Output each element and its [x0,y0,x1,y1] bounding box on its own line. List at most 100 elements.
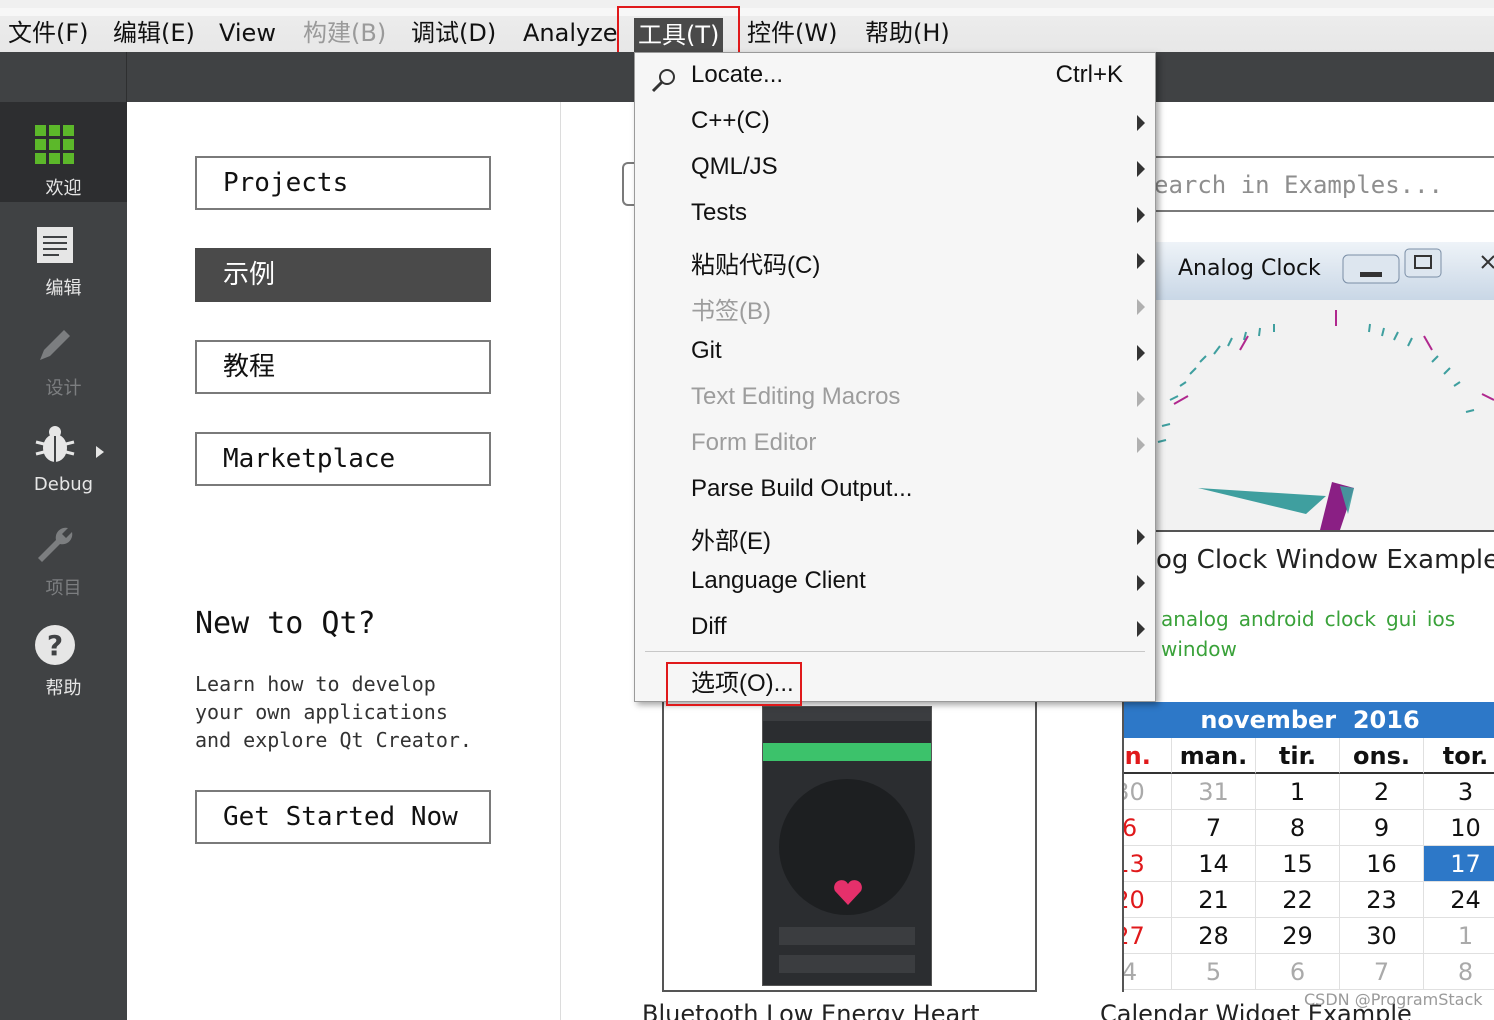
calendar-day: 28 [1172,918,1256,954]
menu-item-label: Diff [691,613,727,640]
mode-design[interactable]: 设计 [0,302,127,402]
calendar-day: 30 [1340,918,1424,954]
day-header: tir. [1256,738,1340,774]
calendar-day: 22 [1256,882,1340,918]
submenu-arrow-icon [1137,115,1145,131]
menu-view[interactable]: View [219,16,276,50]
menu-build[interactable]: 构建(B) [303,16,386,50]
menu-item-locate[interactable]: Locate... Ctrl+K [635,55,1155,101]
menu-item-qmljs[interactable]: QML/JS [635,147,1155,193]
calendar-day: 24 [1424,882,1494,918]
mode-label: 设计 [45,378,82,399]
clock-face [1157,310,1494,530]
menu-item-cpp[interactable]: C++(C) [635,101,1155,147]
menu-item-code-paster[interactable]: 粘贴代码(C) [635,239,1155,285]
day-header: on. [1124,738,1172,774]
submenu-arrow-icon [1137,529,1145,545]
calendar-day: 20 [1124,882,1172,918]
projects-button[interactable]: Projects [195,156,491,210]
calendar-grid: on. man. tir. ons. tor. 30 31 1 2 3 6 7 … [1124,738,1494,990]
mode-sidebar: 欢迎 编辑 设计 Debug 项目 ? 帮助 [0,102,127,1020]
get-started-button[interactable]: Get Started Now [195,790,491,844]
analog-clock-thumbnail[interactable]: Analog Clock [1156,242,1494,532]
calendar-day: 1 [1424,918,1494,954]
document-icon [37,227,73,263]
submenu-arrow-icon [1137,207,1145,223]
menu-item-form-editor[interactable]: Form Editor [635,423,1155,469]
welcome-divider [560,102,561,1020]
menu-help[interactable]: 帮助(H) [865,16,950,50]
menu-item-tests[interactable]: Tests [635,193,1155,239]
calendar-day: 3 [1424,774,1494,810]
clock-example-title[interactable]: og Clock Window Example [1156,545,1494,575]
calendar-example-thumbnail[interactable]: november 2016 on. man. tir. ons. tor. 30… [1122,702,1494,992]
minimize-icon [1342,254,1400,284]
calendar-day: 29 [1256,918,1340,954]
menu-widgets[interactable]: 控件(W) [747,16,837,50]
mode-label: 项目 [45,578,82,599]
calendar-day: 10 [1424,810,1494,846]
examples-button[interactable]: 示例 [195,248,491,302]
menu-item-label: 书签(B) [691,298,771,325]
tag[interactable]: android [1239,607,1315,631]
menu-item-label: Form Editor [691,429,817,456]
tag[interactable]: window [1161,637,1237,661]
menu-item-label: Git [691,337,722,364]
menu-item-diff[interactable]: Diff [635,607,1155,653]
ble-example-title[interactable]: Bluetooth Low Energy Heart [642,1000,979,1020]
calendar-header: november 2016 [1124,702,1494,738]
calendar-day: 7 [1172,810,1256,846]
menu-analyze[interactable]: Analyze [523,16,618,50]
menu-item-external[interactable]: 外部(E) [635,515,1155,561]
marketplace-button[interactable]: Marketplace [195,432,491,486]
submenu-arrow-icon [1137,575,1145,591]
mode-edit[interactable]: 编辑 [0,202,127,302]
bug-icon [35,426,75,462]
tutorials-button[interactable]: 教程 [195,340,491,394]
tag[interactable]: analog [1161,607,1229,631]
calendar-day: 31 [1172,774,1256,810]
calendar-day: 27 [1124,918,1172,954]
menu-file[interactable]: 文件(F) [8,16,89,50]
calendar-day: 6 [1124,810,1172,846]
menu-item-bookmarks[interactable]: 书签(B) [635,285,1155,331]
mode-projects[interactable]: 项目 [0,502,127,602]
calendar-day: 8 [1256,810,1340,846]
calendar-day: 13 [1124,846,1172,882]
menu-item-label: Tests [691,199,748,226]
calendar-day: 6 [1256,954,1340,990]
mode-label: 欢迎 [45,178,82,199]
mode-welcome[interactable]: 欢迎 [0,102,127,202]
menu-item-parse-build-output[interactable]: Parse Build Output... [635,469,1155,515]
calendar-day: 21 [1172,882,1256,918]
mode-label: 编辑 [45,278,82,299]
chevron-right-icon [96,446,104,458]
day-header: tor. [1424,738,1494,774]
tools-dropdown-menu: Locate... Ctrl+K C++(C) QML/JS Tests 粘贴代… [634,52,1156,702]
menu-debug[interactable]: 调试(D) [411,16,496,50]
submenu-arrow-icon [1137,299,1145,315]
menu-item-shortcut: Ctrl+K [1055,61,1123,88]
search-examples-input[interactable]: earch in Examples... [1130,156,1494,212]
mode-debug[interactable]: Debug [0,402,127,502]
calendar-day: 7 [1340,954,1424,990]
menu-item-label: Locate... [691,61,784,88]
menu-edit[interactable]: 编辑(E) [113,16,195,50]
mode-help[interactable]: ? 帮助 [0,602,127,702]
submenu-arrow-icon [1137,345,1145,361]
calendar-day: 30 [1124,774,1172,810]
submenu-arrow-icon [1137,391,1145,407]
calendar-day: 15 [1256,846,1340,882]
search-icon [651,69,675,93]
calendar-day: 1 [1256,774,1340,810]
tag[interactable]: gui [1386,607,1417,631]
day-header: man. [1172,738,1256,774]
day-header: ons. [1340,738,1424,774]
menu-bar: 文件(F) 编辑(E) View 构建(B) 调试(D) Analyze 工具(… [0,0,1494,54]
menu-item-text-editing-macros[interactable]: Text Editing Macros [635,377,1155,423]
menu-item-git[interactable]: Git [635,331,1155,377]
tag[interactable]: clock [1325,607,1376,631]
menu-item-language-client[interactable]: Language Client [635,561,1155,607]
tag[interactable]: ios [1427,607,1455,631]
menu-separator [645,651,1145,652]
